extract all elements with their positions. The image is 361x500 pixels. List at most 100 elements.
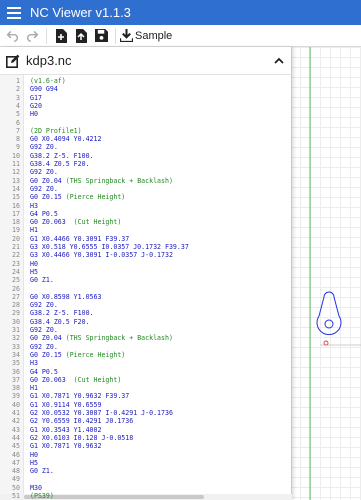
code-line: 23 H0 <box>0 260 292 268</box>
gcode-command: G38.4 Z0.5 F20. <box>30 317 90 326</box>
code-text: G38.4 Z0.5 F20. <box>30 318 90 326</box>
code-line: 48 G0 Z1. <box>0 467 292 475</box>
code-line: 15 G0 Z0.15 (Pierce Height) <box>0 193 292 201</box>
line-number: 29 <box>12 309 20 318</box>
gcode-command: G0 Z0.15 <box>30 193 62 202</box>
gcode-command: G1 X0.3543 Y1.4002 <box>30 425 102 434</box>
code-text: H0 <box>30 451 38 459</box>
gcode-command: H0 <box>30 450 38 459</box>
code-text: H1 <box>30 384 38 392</box>
line-number: 9 <box>16 143 20 152</box>
code-line: 17 G4 P0.5 <box>0 210 292 218</box>
code-line: 28 G92 Z0. <box>0 301 292 309</box>
gcode-comment: (v1.6-af) <box>30 77 66 85</box>
gcode-command: G0 Z0.063 <box>30 375 66 384</box>
code-text: G0 X0.8598 Y1.0563 <box>30 293 101 301</box>
gcode-comment: (Pierce Height) <box>61 193 126 202</box>
line-number: 32 <box>12 334 20 343</box>
gcode-comment: (Pierce Height) <box>61 350 126 359</box>
editor-header: kdp3.nc <box>0 47 291 75</box>
toolpath-hole <box>324 319 334 329</box>
code-line: 25 G0 Z1. <box>0 276 292 284</box>
toolbar-divider <box>115 27 116 44</box>
code-line: 16 H3 <box>0 202 292 210</box>
line-number: 7 <box>16 126 20 135</box>
chevron-up-icon[interactable] <box>267 47 291 75</box>
gcode-comment: (2D Profile1) <box>30 126 82 135</box>
code-editor[interactable]: 1 (v1.6-af) 2 G90 G94 3 G17 4 G20 5 H0 6 7 (2D Profi… <box>0 75 292 500</box>
code-text: G92 Z0. <box>30 185 58 193</box>
undo-button[interactable] <box>2 25 22 47</box>
gcode-command: G90 G94 <box>30 85 58 94</box>
code-text: G1 X0.9114 Y0.6559 <box>30 401 101 409</box>
code-line: 21 G3 X0.518 Y0.6555 I0.0357 J0.1732 F39.… <box>0 243 292 251</box>
code-line: 24 H5 <box>0 268 292 276</box>
code-text: G38.4 Z0.5 F20. <box>30 160 90 168</box>
gcode-command: H5 <box>30 267 38 276</box>
gcode-command: G2 X0.6103 I0.128 J-0.0518 <box>30 433 134 442</box>
new-file-button[interactable] <box>51 25 71 47</box>
code-line: 44 G2 X0.6103 I0.128 J-0.0518 <box>0 434 292 442</box>
gcode-command: G0 X0.8598 Y1.0563 <box>30 292 102 301</box>
code-text: G90 G94 <box>30 85 58 93</box>
gcode-command: G4 P0.5 <box>30 209 58 218</box>
gcode-command: G1 X0.4466 Y0.3091 F39.37 <box>30 234 130 243</box>
code-text: G0 Z1. <box>30 467 54 475</box>
code-line: 26 <box>0 285 292 293</box>
code-line: 43 G1 X0.3543 Y1.4002 <box>0 426 292 434</box>
line-number: 6 <box>16 118 20 127</box>
line-number: 24 <box>12 267 20 276</box>
line-number: 44 <box>12 433 20 442</box>
code-text: G92 Z0. <box>30 343 58 351</box>
gcode-command: G3 X0.4466 Y0.3091 I-0.0357 J-0.1732 <box>30 251 173 260</box>
gcode-command: G0 Z0.04 <box>30 334 62 343</box>
menu-icon[interactable] <box>0 0 28 25</box>
title-bar: NC Viewer v1.1.3 <box>0 0 361 25</box>
line-number: 16 <box>12 201 20 210</box>
code-line: 51 (PS39) <box>0 492 292 500</box>
gcode-command: G0 Z1. <box>30 276 54 285</box>
line-number: 40 <box>12 400 20 409</box>
save-button[interactable] <box>91 25 111 47</box>
code-text: G2 Y0.6559 I0.4291 J0.1736 <box>30 417 133 425</box>
code-text: G0 X0.4094 Y0.4212 <box>30 135 101 143</box>
code-line: 10 G38.2 Z-5. F100. <box>0 152 292 160</box>
gcode-command: H5 <box>30 458 38 467</box>
line-number: 26 <box>12 284 20 293</box>
gcode-comment: (THS Springback + Backlash) <box>61 334 173 343</box>
gcode-command: G38.4 Z0.5 F20. <box>30 160 90 168</box>
gcode-command: G92 Z0. <box>30 143 58 152</box>
gcode-command: H3 <box>30 359 38 368</box>
open-file-button[interactable] <box>71 25 91 47</box>
line-number: 27 <box>12 292 20 301</box>
code-line: 19 H1 <box>0 226 292 234</box>
line-number: 37 <box>12 375 20 384</box>
code-line: 8 G0 X0.4094 Y0.4212 <box>0 135 292 143</box>
redo-button[interactable] <box>22 25 42 47</box>
line-number: 8 <box>16 135 20 144</box>
code-line: 29 G38.2 Z-5. F100. <box>0 309 292 317</box>
line-number: 42 <box>12 417 20 426</box>
sample-button[interactable]: Sample <box>120 25 176 47</box>
code-text: G92 Z0. <box>30 326 58 334</box>
line-number: 13 <box>12 176 20 185</box>
code-line: 33 G92 Z0. <box>0 343 292 351</box>
gcode-command: G38.2 Z-5. F100. <box>30 309 94 318</box>
gcode-command: G3 X0.518 Y0.6555 I0.0357 J0.1732 F39.37 <box>30 243 189 251</box>
code-line: 49 <box>0 475 292 483</box>
code-line: 22 G3 X0.4466 Y0.3091 I-0.0357 J-0.1732 <box>0 251 292 259</box>
code-text: M30 <box>30 484 42 492</box>
line-number: 17 <box>12 209 20 218</box>
code-line: 11 G38.4 Z0.5 F20. <box>0 160 292 168</box>
line-number: 39 <box>12 392 20 401</box>
code-line: 13 G0 Z0.04 (THS Springback + Backlash) <box>0 177 292 185</box>
line-number: 20 <box>12 234 20 243</box>
code-line: 18 G0 Z0.063 (Cut Height) <box>0 218 292 226</box>
code-line: 46 H0 <box>0 451 292 459</box>
code-line: 1 (v1.6-af) <box>0 77 292 85</box>
code-line: 6 <box>0 119 292 127</box>
gcode-command: G92 Z0. <box>30 342 58 351</box>
code-text: G20 <box>30 102 42 110</box>
gcode-command: G0 Z0.15 <box>30 350 62 359</box>
origin-marker <box>323 340 329 346</box>
